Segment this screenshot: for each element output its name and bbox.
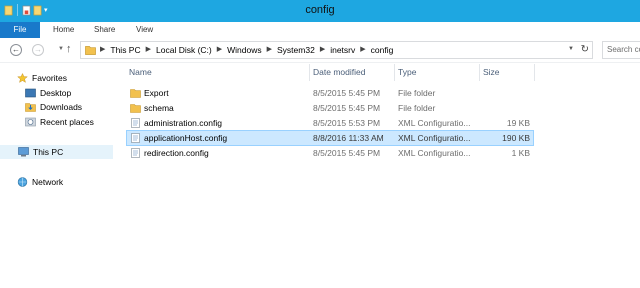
chevron-right-icon[interactable]: ▶ (320, 42, 325, 58)
file-type: XML Configuratio... (398, 148, 471, 158)
file-type: XML Configuratio... (398, 133, 471, 143)
file-name: administration.config (144, 118, 222, 128)
chevron-right-icon[interactable]: ▶ (146, 42, 151, 58)
star-icon (17, 73, 28, 83)
ribbon-tabs: File Home Share View (0, 22, 640, 39)
sidebar-item-label: Downloads (40, 102, 83, 112)
recent-locations-dropdown-icon[interactable]: ▼ (58, 46, 64, 52)
desktop-icon (25, 88, 36, 98)
downloads-icon (25, 103, 36, 112)
address-bar[interactable]: ▶ This PC ▶ Local Disk (C:) ▶ Windows ▶ … (80, 41, 593, 59)
file-date-modified: 8/8/2016 11:33 AM (313, 133, 384, 143)
navigation-pane: Favorites Desktop Downloads Recent place… (0, 63, 113, 288)
list-item[interactable]: Export 8/5/2015 5:45 PM File folder (126, 86, 534, 101)
column-header-name[interactable]: Name (126, 64, 310, 81)
breadcrumb-windows[interactable]: Windows (227, 42, 261, 58)
sidebar-item-label: Network (32, 177, 64, 187)
forward-button[interactable]: → (32, 44, 44, 56)
file-name: schema (144, 103, 174, 113)
breadcrumb-this-pc[interactable]: This PC (110, 42, 140, 58)
breadcrumb-config[interactable]: config (371, 42, 394, 58)
sidebar-item-this-pc[interactable]: This PC (0, 145, 113, 159)
file-size: 1 KB (511, 148, 530, 158)
sidebar-item-favorites[interactable]: Favorites (17, 71, 107, 85)
file-date-modified: 8/5/2015 5:45 PM (313, 103, 381, 113)
up-arrow-icon[interactable]: ↑ (66, 44, 72, 55)
sidebar-item-label: This PC (33, 147, 64, 157)
file-name: Export (144, 88, 169, 98)
sidebar-item-network[interactable]: Network (17, 175, 107, 189)
sidebar-item-label: Favorites (32, 73, 67, 83)
config-file-icon (131, 148, 140, 158)
sidebar-item-label: Recent places (40, 117, 94, 127)
list-item[interactable]: redirection.config 8/5/2015 5:45 PM XML … (126, 146, 534, 161)
breadcrumb: ▶ This PC ▶ Local Disk (C:) ▶ Windows ▶ … (100, 42, 393, 58)
refresh-icon[interactable]: ↻ (581, 44, 589, 55)
tab-view[interactable]: View (136, 22, 153, 38)
sidebar-item-desktop[interactable]: Desktop (25, 86, 110, 100)
config-file-icon (131, 118, 140, 128)
list-item[interactable]: schema 8/5/2015 5:45 PM File folder (126, 101, 534, 116)
list-item[interactable]: administration.config 8/5/2015 5:53 PM X… (126, 116, 534, 131)
back-button[interactable]: ← (10, 44, 22, 56)
breadcrumb-system32[interactable]: System32 (277, 42, 315, 58)
column-header-size[interactable]: Size (480, 64, 535, 81)
file-date-modified: 8/5/2015 5:45 PM (313, 88, 381, 98)
sidebar-item-recent-places[interactable]: Recent places (25, 115, 110, 129)
chevron-right-icon[interactable]: ▶ (100, 42, 105, 58)
sidebar-item-downloads[interactable]: Downloads (25, 100, 110, 114)
search-input[interactable]: Search config (602, 41, 640, 59)
folder-icon (130, 89, 141, 98)
list-item-selected[interactable]: applicationHost.config 8/8/2016 11:33 AM… (126, 130, 534, 146)
address-dropdown-icon[interactable]: ▼ (568, 46, 574, 52)
file-date-modified: 8/5/2015 5:53 PM (313, 118, 381, 128)
file-size: 190 KB (502, 133, 530, 143)
file-name: applicationHost.config (144, 133, 228, 143)
folder-icon (85, 46, 96, 55)
chevron-right-icon[interactable]: ▶ (267, 42, 272, 58)
sidebar-item-label: Desktop (40, 88, 72, 98)
file-type: File folder (398, 103, 436, 113)
recent-places-icon (25, 117, 36, 127)
network-icon (17, 177, 28, 187)
window-title: config (305, 4, 335, 16)
title-bar: ▾ config (0, 0, 640, 22)
breadcrumb-inetsrv[interactable]: inetsrv (330, 42, 355, 58)
folder-icon (130, 104, 141, 113)
computer-icon (18, 147, 29, 157)
column-header-date-modified[interactable]: Date modified (310, 64, 395, 81)
tab-file[interactable]: File (0, 22, 40, 38)
column-header-type[interactable]: Type (395, 64, 480, 81)
tab-home[interactable]: Home (53, 22, 74, 38)
breadcrumb-local-disk[interactable]: Local Disk (C:) (156, 42, 212, 58)
file-date-modified: 8/5/2015 5:45 PM (313, 148, 381, 158)
file-name: redirection.config (144, 148, 209, 158)
file-type: XML Configuratio... (398, 118, 471, 128)
chevron-right-icon[interactable]: ▶ (360, 42, 365, 58)
chevron-right-icon[interactable]: ▶ (217, 42, 222, 58)
config-file-icon (131, 133, 140, 143)
tab-share[interactable]: Share (94, 22, 115, 38)
file-type: File folder (398, 88, 436, 98)
file-size: 19 KB (506, 118, 530, 128)
